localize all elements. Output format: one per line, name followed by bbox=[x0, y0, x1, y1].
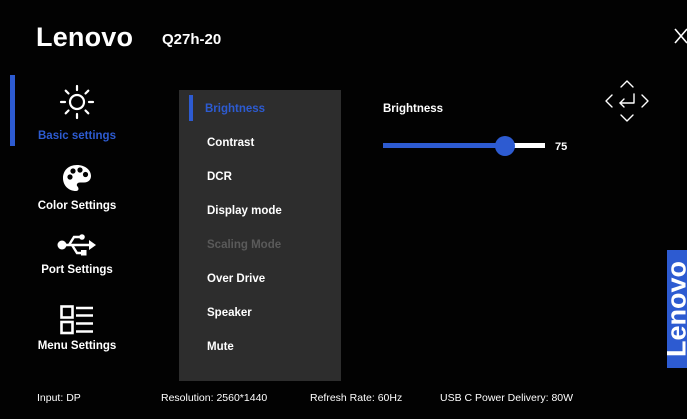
side-brand-text: Lenovo bbox=[667, 260, 687, 358]
menu-item-contrast[interactable]: Contrast bbox=[207, 137, 254, 149]
footer-refresh-rate: Refresh Rate: 60Hz bbox=[310, 392, 403, 404]
slider-knob[interactable] bbox=[495, 136, 515, 156]
sidebar-item-label: Basic settings bbox=[38, 130, 116, 142]
sidebar-item-menu-settings[interactable]: Menu Settings bbox=[22, 305, 132, 352]
footer-input: Input: DP bbox=[37, 392, 81, 404]
menu-item-mute[interactable]: Mute bbox=[207, 341, 234, 353]
brightness-icon bbox=[59, 84, 95, 120]
menu-list-icon bbox=[60, 305, 93, 335]
footer-resolution: Resolution: 2560*1440 bbox=[161, 392, 268, 404]
menu-item-dcr[interactable]: DCR bbox=[207, 171, 232, 183]
usb-icon bbox=[57, 234, 96, 256]
sidebar-active-indicator bbox=[10, 75, 15, 146]
setting-title: Brightness bbox=[383, 103, 444, 115]
side-brand-logo: Lenovo bbox=[667, 250, 687, 368]
slider-fill bbox=[383, 143, 505, 148]
menu-item-speaker[interactable]: Speaker bbox=[207, 307, 252, 319]
sidebar-item-label: Menu Settings bbox=[37, 340, 117, 352]
sidebar-item-port-settings[interactable]: Port Settings bbox=[22, 234, 132, 276]
sidebar-item-label: Port Settings bbox=[41, 264, 113, 276]
menu-item-brightness[interactable]: Brightness bbox=[205, 103, 265, 115]
sidebar-item-basic-settings[interactable]: Basic settings bbox=[22, 84, 132, 142]
sidebar-item-label: Color Settings bbox=[37, 200, 117, 212]
model-name: Q27h-20 bbox=[162, 31, 222, 48]
submenu-selected-indicator bbox=[189, 95, 193, 121]
brightness-slider[interactable] bbox=[383, 136, 545, 156]
menu-item-over-drive[interactable]: Over Drive bbox=[207, 273, 265, 285]
palette-icon bbox=[63, 165, 91, 191]
footer-usb-power: USB C Power Delivery: 80W bbox=[440, 392, 574, 404]
close-icon[interactable] bbox=[674, 26, 687, 46]
menu-item-display-mode[interactable]: Display mode bbox=[207, 205, 282, 217]
submenu-panel: Brightness Contrast DCR Display mode Sca… bbox=[179, 90, 341, 381]
sidebar-item-color-settings[interactable]: Color Settings bbox=[22, 163, 132, 212]
brand-logo: Lenovo bbox=[36, 22, 134, 52]
navigation-keys-icon bbox=[605, 80, 649, 122]
menu-item-scaling-mode: Scaling Mode bbox=[207, 239, 282, 251]
slider-value: 75 bbox=[555, 141, 568, 153]
